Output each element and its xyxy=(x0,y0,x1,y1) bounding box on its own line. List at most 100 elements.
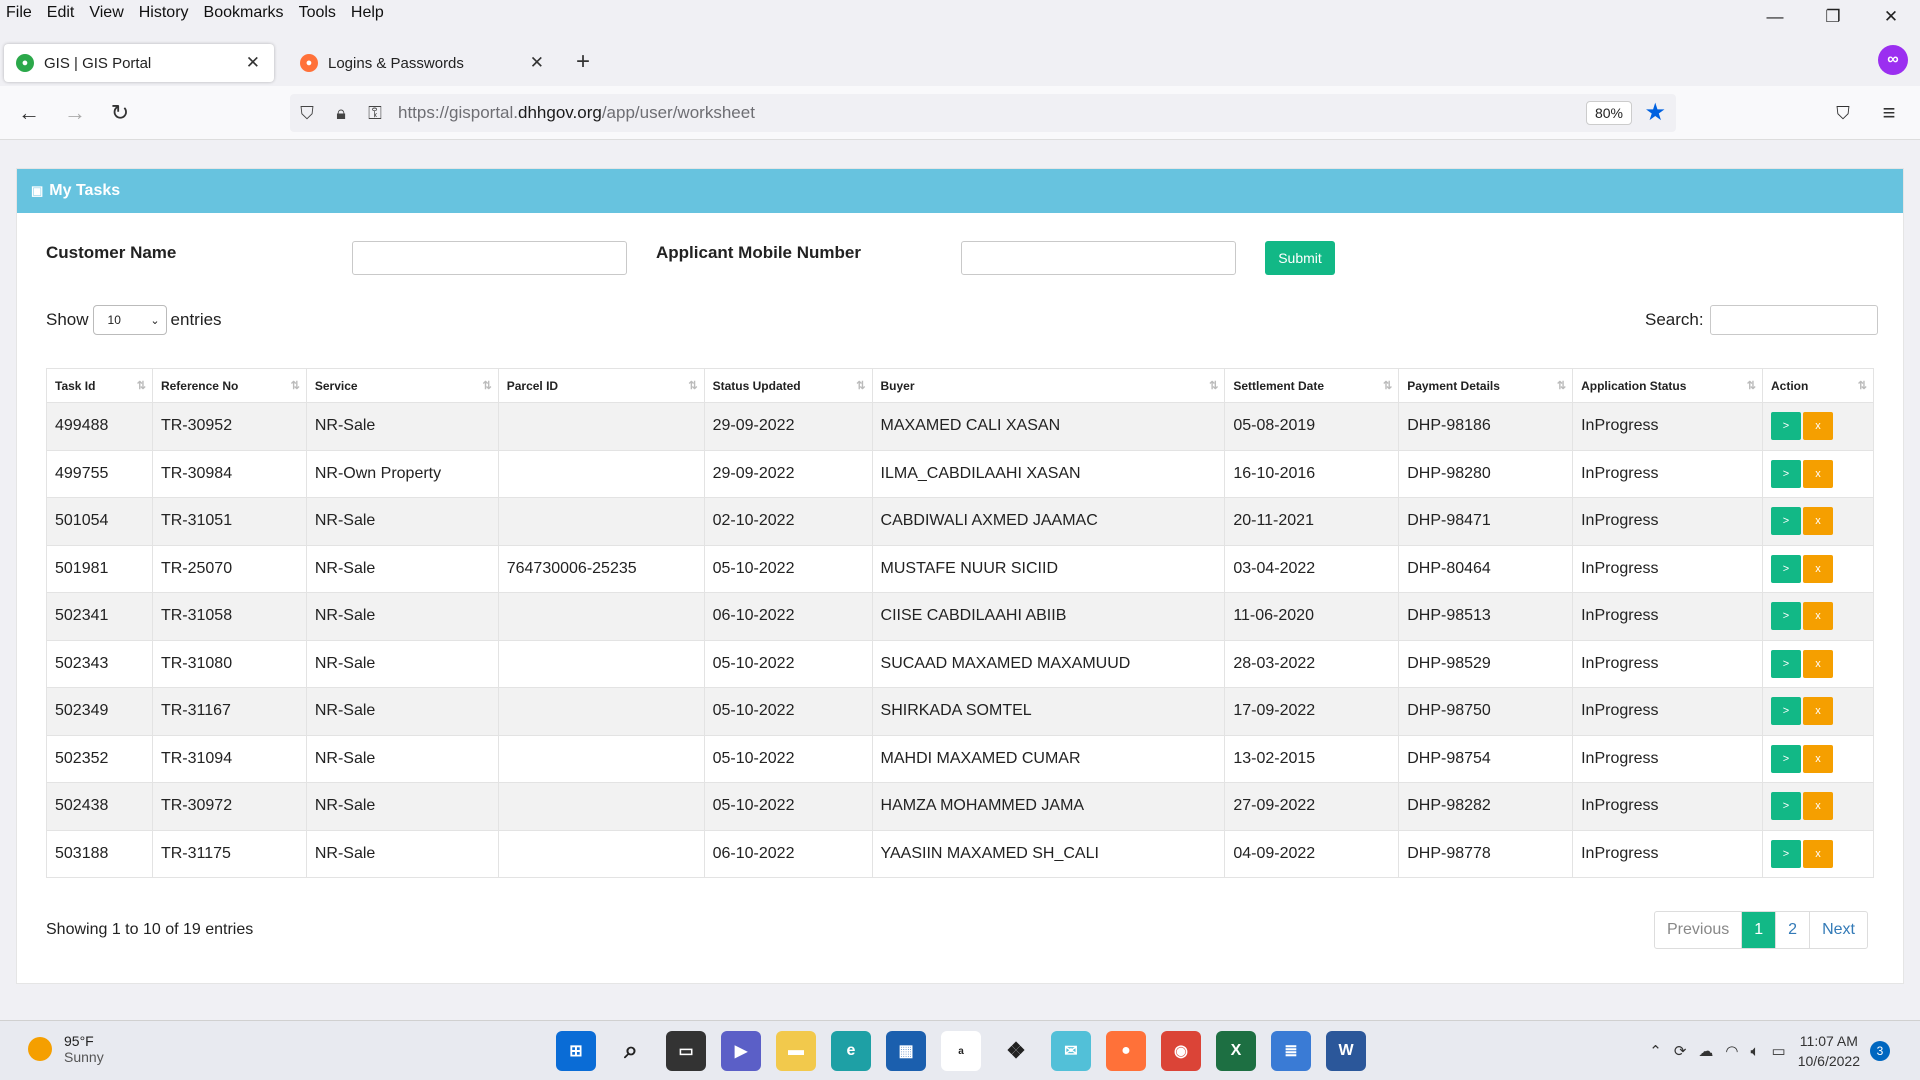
table-row[interactable]: 502349 TR-31167 NR-Sale 05-10-2022 SHIRKADA … xyxy=(46,687,1875,736)
reload-icon[interactable]: ↻ xyxy=(103,96,137,130)
remove-task-button[interactable]: x xyxy=(1802,649,1833,678)
table-row[interactable]: 502343 TR-31080 NR-Sale 05-10-2022 SUCAAD MA… xyxy=(46,639,1875,688)
excel-icon[interactable]: X xyxy=(1216,1031,1256,1071)
table-row[interactable]: 502352 TR-31094 NR-Sale 05-10-2022 MAHDI MAX… xyxy=(46,734,1875,783)
col-payment-details[interactable]: Payment Details ⇅ xyxy=(1398,368,1574,403)
hamburger-menu-icon[interactable]: ≡ xyxy=(1872,96,1906,130)
table-row[interactable]: 502341 TR-31058 NR-Sale 06-10-2022 CIISE CAB… xyxy=(46,592,1875,641)
remove-task-button[interactable]: x xyxy=(1802,792,1833,821)
open-task-button[interactable]: > xyxy=(1770,792,1801,821)
new-tab-icon[interactable]: + xyxy=(576,48,590,76)
url-bar[interactable]: ⛉ 🔒︎ ⚿ https://gisportal.dhhgov.org/app/… xyxy=(290,94,1676,132)
menu-file[interactable]: File xyxy=(6,4,32,22)
table-row[interactable]: 501054 TR-31051 NR-Sale 02-10-2022 CABDIWALI… xyxy=(46,497,1875,546)
menu-tools[interactable]: Tools xyxy=(299,4,336,22)
menu-help[interactable]: Help xyxy=(351,4,384,22)
battery-icon[interactable]: ▭ xyxy=(1772,1042,1786,1060)
forward-icon[interactable]: → xyxy=(58,96,92,130)
volume-icon[interactable]: 🔈︎ xyxy=(1751,1043,1760,1060)
chevron-up-icon[interactable]: ⌃ xyxy=(1649,1042,1662,1060)
open-task-button[interactable]: > xyxy=(1770,459,1801,488)
open-task-button[interactable]: > xyxy=(1770,839,1801,868)
menu-history[interactable]: History xyxy=(139,4,189,22)
remove-task-button[interactable]: x xyxy=(1802,507,1833,536)
close-tab-icon[interactable]: ✕ xyxy=(530,53,544,73)
notepad-icon[interactable]: ≣ xyxy=(1271,1031,1311,1071)
restore-button[interactable]: ❐ xyxy=(1804,0,1862,34)
pocket-icon[interactable]: ⛉ xyxy=(1826,96,1860,130)
open-task-button[interactable]: > xyxy=(1770,649,1801,678)
teams-chat-icon[interactable]: ▶ xyxy=(721,1031,761,1071)
customer-name-input[interactable] xyxy=(352,241,627,275)
col-buyer[interactable]: Buyer ⇅ xyxy=(871,368,1226,403)
col-task-id[interactable]: Task Id ⇅ xyxy=(46,368,153,403)
clock[interactable]: 11:07 AM 10/6/2022 xyxy=(1798,1031,1860,1071)
close-tab-icon[interactable]: ✕ xyxy=(246,53,260,73)
close-window-button[interactable]: ✕ xyxy=(1862,0,1920,34)
table-row[interactable]: 502438 TR-30972 NR-Sale 05-10-2022 HAMZA MOH… xyxy=(46,782,1875,831)
remove-task-button[interactable]: x xyxy=(1802,412,1833,441)
word-icon[interactable]: W xyxy=(1326,1031,1366,1071)
dropbox-icon[interactable]: ❖ xyxy=(996,1031,1036,1071)
key-icon[interactable]: ⚿ xyxy=(358,103,392,124)
tab-logins-passwords[interactable]: ● Logins & Passwords ✕ xyxy=(288,44,558,82)
open-task-button[interactable]: > xyxy=(1770,602,1801,631)
page-1-button[interactable]: 1 xyxy=(1741,912,1776,948)
col-action[interactable]: Action ⇅ xyxy=(1761,368,1875,403)
cloud-icon[interactable]: ☁ xyxy=(1698,1042,1713,1060)
edge-icon[interactable]: e xyxy=(831,1031,871,1071)
entries-select[interactable]: 10 ⌄ xyxy=(92,305,167,335)
menu-view[interactable]: View xyxy=(89,4,123,22)
bookmark-star-icon[interactable]: ★ xyxy=(1644,98,1666,127)
next-button[interactable]: Next xyxy=(1809,912,1867,948)
open-task-button[interactable]: > xyxy=(1770,744,1801,773)
open-task-button[interactable]: > xyxy=(1770,697,1801,726)
shield-icon[interactable]: ⛉ xyxy=(290,103,324,124)
col-settlement-date[interactable]: Settlement Date ⇅ xyxy=(1224,368,1400,403)
mobile-number-input[interactable] xyxy=(961,241,1236,275)
submit-button[interactable]: Submit xyxy=(1265,241,1335,275)
notification-badge[interactable]: 3 xyxy=(1870,1041,1890,1061)
firefox-icon[interactable]: ● xyxy=(1106,1031,1146,1071)
minimize-button[interactable]: — xyxy=(1746,0,1804,34)
open-task-button[interactable]: > xyxy=(1770,554,1801,583)
remove-task-button[interactable]: x xyxy=(1802,697,1833,726)
col-application-status[interactable]: Application Status ⇅ xyxy=(1572,368,1763,403)
remove-task-button[interactable]: x xyxy=(1802,839,1833,868)
menu-bookmarks[interactable]: Bookmarks xyxy=(204,4,284,22)
remove-task-button[interactable]: x xyxy=(1802,744,1833,773)
back-icon[interactable]: ← xyxy=(12,96,46,130)
search-input[interactable] xyxy=(1709,305,1878,335)
lock-icon[interactable]: 🔒︎ xyxy=(324,103,358,124)
remove-task-button[interactable]: x xyxy=(1802,554,1833,583)
table-row[interactable]: 499755 TR-30984 NR-Own Property 29-09-2022 I… xyxy=(46,449,1875,498)
weather-widget[interactable]: 95°F Sunny xyxy=(28,1033,104,1065)
chrome-icon[interactable]: ◉ xyxy=(1161,1031,1201,1071)
open-task-button[interactable]: > xyxy=(1770,507,1801,536)
file-explorer-icon[interactable]: ▬ xyxy=(776,1031,816,1071)
url-text[interactable]: https://gisportal.dhhgov.org/app/user/wo… xyxy=(398,103,755,123)
col-status-updated[interactable]: Status Updated ⇅ xyxy=(703,368,873,403)
tab-gis-portal[interactable]: ● GIS | GIS Portal ✕ xyxy=(4,44,274,82)
task-view-icon[interactable]: ▭ xyxy=(666,1031,706,1071)
search-icon[interactable]: ⌕ xyxy=(611,1031,651,1071)
page-2-button[interactable]: 2 xyxy=(1775,912,1809,948)
table-row[interactable]: 499488 TR-30952 NR-Sale 29-09-2022 MAXAMED C… xyxy=(46,402,1875,451)
open-task-button[interactable]: > xyxy=(1770,412,1801,441)
col-parcel-id[interactable]: Parcel ID ⇅ xyxy=(497,368,705,403)
sync-icon[interactable]: ⟳ xyxy=(1674,1042,1687,1060)
zoom-level[interactable]: 80% xyxy=(1585,101,1632,125)
table-row[interactable]: 501981 TR-25070 NR-Sale 764730006-25235 05-1… xyxy=(46,544,1875,593)
amazon-icon[interactable]: a xyxy=(941,1031,981,1071)
remove-task-button[interactable]: x xyxy=(1802,459,1833,488)
table-row[interactable]: 503188 TR-31175 NR-Sale 06-10-2022 YAASIIN M… xyxy=(46,829,1875,878)
menu-edit[interactable]: Edit xyxy=(47,4,75,22)
previous-button[interactable]: Previous xyxy=(1655,912,1741,948)
col-reference-no[interactable]: Reference No ⇅ xyxy=(151,368,307,403)
mail-icon[interactable]: ✉ xyxy=(1051,1031,1091,1071)
remove-task-button[interactable]: x xyxy=(1802,602,1833,631)
col-service[interactable]: Service ⇅ xyxy=(305,368,499,403)
start-icon[interactable]: ⊞ xyxy=(556,1031,596,1071)
store-icon[interactable]: ▦ xyxy=(886,1031,926,1071)
extension-icon[interactable]: ∞ xyxy=(1878,45,1908,75)
